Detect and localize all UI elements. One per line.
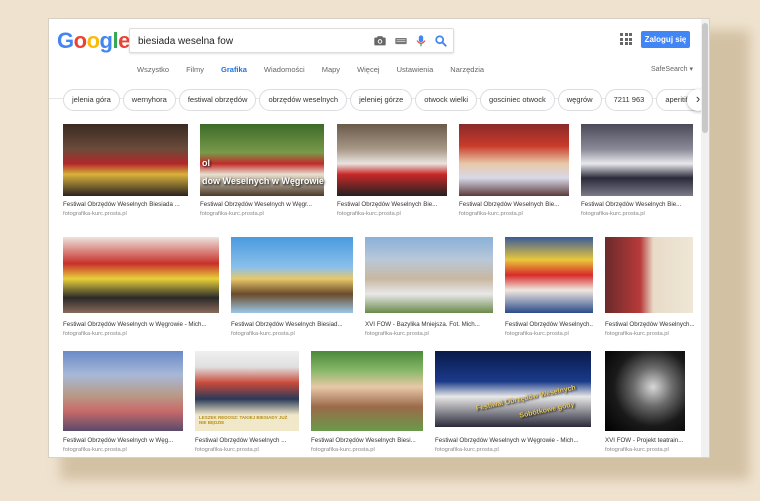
result-source[interactable]: fotografika-kurc.prosta.pl <box>605 447 691 453</box>
result-source[interactable]: fotografika-kurc.prosta.pl <box>605 331 695 337</box>
result-source[interactable]: fotografika-kurc.prosta.pl <box>311 447 425 453</box>
result-caption[interactable]: XVI FOW - Bazylika Mniejsza. Fot. Mich..… <box>365 321 493 328</box>
thumbnail-overlay-text: dow Weselnych w Węgrowie <box>202 176 324 186</box>
result-thumbnail[interactable] <box>63 351 183 431</box>
result-source[interactable]: fotografika-kurc.prosta.pl <box>195 447 301 453</box>
result-thumbnail[interactable] <box>311 351 423 431</box>
result-source[interactable]: fotografika-kurc.prosta.pl <box>337 211 447 217</box>
result-caption[interactable]: Festiwal Obrzędów Weselnych... <box>505 321 593 328</box>
result-caption[interactable]: Festiwal Obrzędów Weselnych Biesi... <box>311 437 425 444</box>
image-result[interactable]: Festiwal Obrzędów Weselnych... fotografi… <box>505 237 593 337</box>
result-thumbnail[interactable] <box>605 351 685 431</box>
result-caption[interactable]: Festiwal Obrzędów Weselnych Bie... <box>337 201 447 208</box>
image-result[interactable]: Festiwal Obrzędów Weselnych Biesiad... f… <box>231 237 353 337</box>
image-result[interactable]: Festiwal Obrzędów Weselnych w Węg... fot… <box>63 351 185 457</box>
result-source[interactable]: fotografika-kurc.prosta.pl <box>231 331 353 337</box>
result-caption[interactable]: Festiwal Obrzędów Weselnych Bie... <box>459 201 569 208</box>
result-source[interactable]: fotografika-kurc.prosta.pl <box>365 331 493 337</box>
result-thumbnail[interactable] <box>605 237 693 313</box>
result-thumbnail[interactable] <box>337 124 447 196</box>
result-thumbnail[interactable] <box>231 237 353 313</box>
image-result[interactable]: Festiwal Obrzędów Weselnych w Węgrowie -… <box>63 237 221 337</box>
result-source[interactable]: fotografika-kurc.prosta.pl <box>581 211 693 217</box>
result-thumbnail[interactable] <box>63 237 219 313</box>
thumbnail-banner-text: LESZEK REDOSZ: TAKIEJ BIESIADY JUŻ NIE B… <box>199 415 288 425</box>
result-thumbnail[interactable] <box>63 124 188 196</box>
result-caption[interactable]: Festiwal Obrzędów Weselnych w Węg... <box>63 437 185 444</box>
image-result[interactable]: Festiwal Obrzędów Weselnych... fotografi… <box>605 237 695 337</box>
result-thumbnail[interactable] <box>581 124 693 196</box>
result-caption[interactable]: Festiwal Obrzędów Weselnych... <box>605 321 695 328</box>
result-caption[interactable]: Festiwal Obrzędów Weselnych ... <box>195 437 301 444</box>
result-source[interactable]: fotografika-kurc.prosta.pl <box>435 447 593 453</box>
thumbnail-overlay-text: ol <box>202 158 210 168</box>
result-thumbnail[interactable] <box>365 237 493 313</box>
image-result[interactable]: Festiwal Obrzędów Weselnych Sobótkowe go… <box>435 351 593 457</box>
image-result[interactable]: Festiwal Obrzędów Weselnych Biesiada ...… <box>63 124 188 219</box>
result-caption[interactable]: Festiwal Obrzędów Weselnych w Węgrowie -… <box>435 437 593 444</box>
scrollbar[interactable] <box>701 19 709 457</box>
result-caption[interactable]: Festiwal Obrzędów Weselnych w Węgrowie -… <box>63 321 221 328</box>
result-source[interactable]: fotografika-kurc.prosta.pl <box>459 211 569 217</box>
result-source[interactable]: fotografika-kurc.prosta.pl <box>63 331 221 337</box>
result-caption[interactable]: Festiwal Obrzędów Weselnych Biesiada ... <box>63 201 188 208</box>
result-thumbnail[interactable] <box>505 237 593 313</box>
image-result[interactable]: Festiwal Obrzędów Weselnych Bie... fotog… <box>459 124 569 219</box>
result-source[interactable]: fotografika-kurc.prosta.pl <box>200 211 324 217</box>
image-result[interactable]: LESZEK REDOSZ: TAKIEJ BIESIADY JUŻ NIE B… <box>195 351 301 457</box>
result-thumbnail[interactable] <box>459 124 569 196</box>
result-caption[interactable]: Festiwal Obrzędów Weselnych Biesiad... <box>231 321 353 328</box>
image-result[interactable]: ol dow Weselnych w Węgrowie Festiwal Obr… <box>200 124 326 219</box>
image-result[interactable]: Festiwal Obrzędów Weselnych Biesi... fot… <box>311 351 425 457</box>
result-caption[interactable]: XVI FOW - Projekt teatrain... <box>605 437 691 444</box>
browser-viewport: Google Zaloguj się Wszystko Filmy Grafik… <box>48 18 710 458</box>
image-result[interactable]: Festiwal Obrzędów Weselnych Bie... fotog… <box>581 124 693 219</box>
result-caption[interactable]: Festiwal Obrzędów Weselnych Bie... <box>581 201 693 208</box>
result-caption[interactable]: Festiwal Obrzędów Weselnych w Węgr... <box>200 201 324 208</box>
result-source[interactable]: fotografika-kurc.prosta.pl <box>63 211 188 217</box>
result-source[interactable]: fotografika-kurc.prosta.pl <box>505 331 593 337</box>
image-result[interactable]: XVI FOW - Bazylika Mniejsza. Fot. Mich..… <box>365 237 493 337</box>
image-result[interactable]: XVI FOW - Projekt teatrain... fotografik… <box>605 351 691 457</box>
image-results: Festiwal Obrzędów Weselnych Biesiada ...… <box>49 19 703 457</box>
scrollbar-thumb[interactable] <box>702 23 708 133</box>
image-result[interactable]: Festiwal Obrzędów Weselnych Bie... fotog… <box>337 124 447 219</box>
result-source[interactable]: fotografika-kurc.prosta.pl <box>63 447 185 453</box>
